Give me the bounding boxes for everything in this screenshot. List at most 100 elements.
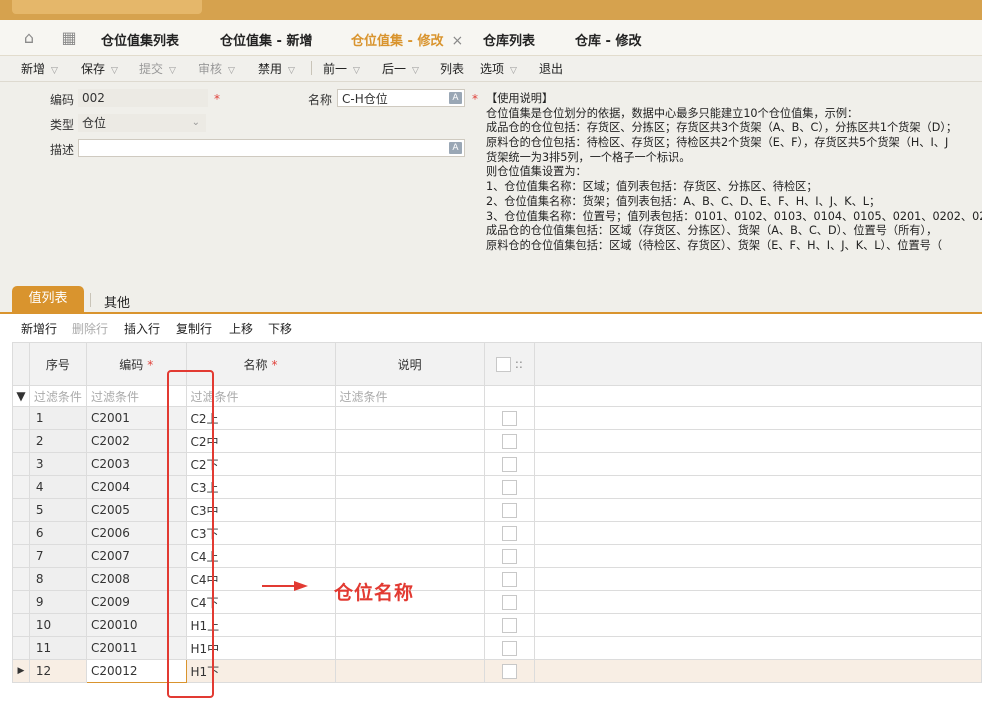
copy-row-button[interactable]: 复制行	[176, 320, 212, 337]
help-line: 原料仓的仓位值集包括：区域（待检区、存货区）、货架（E、F、H、I、J、K、L）…	[486, 238, 943, 252]
home-icon[interactable]: ⌂	[20, 28, 38, 47]
table-row[interactable]: 9 C2009 C4下	[12, 590, 982, 614]
tab-value-list[interactable]: 值列表	[12, 286, 84, 312]
row-checkbox[interactable]	[502, 502, 518, 518]
seq-cell: 10	[28, 613, 87, 637]
table-row[interactable]: 11 C20011 H1中	[12, 636, 982, 660]
filler-cell	[534, 659, 982, 683]
note-cell[interactable]	[334, 406, 485, 430]
row-checkbox[interactable]	[502, 456, 518, 472]
description-field[interactable]	[78, 139, 465, 157]
note-cell[interactable]	[334, 429, 485, 453]
add-row-button[interactable]: 新增行	[21, 320, 57, 337]
grid-tabs: 值列表 其他	[0, 285, 982, 314]
row-checkbox[interactable]	[502, 433, 518, 449]
audit-button[interactable]: 审核 ▽	[198, 60, 235, 77]
table-row[interactable]: 7 C2007 C4上	[12, 544, 982, 568]
table-row[interactable]: 8 C2008 C4中	[12, 567, 982, 591]
chevron-down-icon[interactable]: ▽	[51, 66, 58, 76]
note-cell[interactable]	[334, 521, 485, 545]
save-button[interactable]: 保存 ▽	[81, 60, 118, 77]
table-row[interactable]: 6 C2006 C3下	[12, 521, 982, 545]
add-button[interactable]: 新增 ▽	[21, 60, 58, 77]
table-row[interactable]: 3 C2003 C2下	[12, 452, 982, 476]
row-checkbox[interactable]	[502, 640, 518, 656]
delete-row-button[interactable]: 删除行	[72, 320, 108, 337]
note-cell[interactable]	[334, 475, 485, 499]
filter-icon: ▼	[12, 385, 30, 407]
column-options-icon[interactable]: ::	[515, 357, 523, 371]
tab-location-set-edit[interactable]: 仓位值集 - 修改 ×	[338, 30, 494, 59]
multilang-icon[interactable]: A	[449, 142, 462, 154]
row-indicator	[12, 521, 30, 545]
options-button[interactable]: 选项 ▽	[480, 60, 517, 77]
code-field[interactable]: 002	[78, 89, 208, 107]
disable-button[interactable]: 禁用 ▽	[258, 60, 295, 77]
table-row-selected[interactable]: ▶ 12 C20012 H1下	[12, 659, 982, 683]
insert-row-button[interactable]: 插入行	[124, 320, 160, 337]
column-header-select[interactable]: ::	[483, 342, 536, 386]
table-row[interactable]: 2 C2002 C2中	[12, 429, 982, 453]
move-down-button[interactable]: 下移	[268, 320, 292, 337]
name-field[interactable]: C-H仓位	[337, 89, 465, 107]
row-checkbox[interactable]	[502, 479, 518, 495]
table-row[interactable]: 5 C2005 C3中	[12, 498, 982, 522]
row-checkbox[interactable]	[502, 594, 518, 610]
apps-grid-icon[interactable]: ▦	[60, 28, 78, 47]
tab-other[interactable]: 其他	[104, 292, 130, 311]
type-select[interactable]: 仓位 ⌄	[78, 114, 206, 132]
chevron-down-icon[interactable]: ▽	[111, 66, 118, 76]
row-checkbox[interactable]	[502, 617, 518, 633]
chevron-down-icon[interactable]: ▽	[412, 66, 419, 76]
tab-warehouse-edit[interactable]: 仓库 - 修改	[575, 30, 641, 49]
table-header-row: 序号 编码 * 名称 * 说明 ::	[12, 342, 982, 386]
chevron-down-icon[interactable]: ▽	[228, 66, 235, 76]
column-header-seq[interactable]: 序号	[28, 342, 87, 386]
row-indicator	[12, 452, 30, 476]
row-checkbox[interactable]	[502, 571, 518, 587]
chevron-down-icon[interactable]: ⌄	[192, 114, 200, 132]
row-checkbox[interactable]	[502, 410, 518, 426]
tab-warehouse-list[interactable]: 仓库列表	[483, 30, 535, 49]
chevron-down-icon[interactable]: ▽	[353, 66, 360, 76]
chevron-down-icon[interactable]: ▽	[288, 66, 295, 76]
note-cell[interactable]	[334, 636, 485, 660]
note-cell[interactable]	[334, 544, 485, 568]
note-cell[interactable]	[334, 613, 485, 637]
previous-button[interactable]: 前一 ▽	[323, 60, 360, 77]
note-cell[interactable]	[334, 498, 485, 522]
filler-cell	[534, 567, 982, 591]
next-button[interactable]: 后一 ▽	[382, 60, 419, 77]
note-cell[interactable]	[334, 452, 485, 476]
note-cell[interactable]	[334, 659, 485, 683]
move-up-button[interactable]: 上移	[229, 320, 253, 337]
tab-location-set-list[interactable]: 仓位值集列表	[101, 30, 179, 49]
list-button[interactable]: 列表	[440, 60, 464, 77]
row-checkbox[interactable]	[502, 663, 518, 679]
table-row[interactable]: 1 C2001 C2上	[12, 406, 982, 430]
select-all-checkbox[interactable]	[496, 356, 512, 372]
row-indicator	[12, 590, 30, 614]
help-line: 【使用说明】	[486, 92, 554, 105]
help-line: 3、仓位值集名称：位置号；值列表包括：0101、0102、0103、0104、0…	[486, 209, 982, 223]
tab-location-set-new[interactable]: 仓位值集 - 新增	[220, 30, 312, 49]
main-toolbar: 新增 ▽ 保存 ▽ 提交 ▽ 审核 ▽ 禁用 ▽ 前一 ▽ 后一 ▽ 列表 选项 ▽ 退出	[0, 56, 982, 82]
column-header-note[interactable]: 说明	[334, 342, 485, 386]
app-header-bar	[0, 0, 982, 20]
row-checkbox[interactable]	[502, 525, 518, 541]
table-row[interactable]: 10 C20010 H1上	[12, 613, 982, 637]
row-checkbox[interactable]	[502, 548, 518, 564]
seq-cell: 7	[28, 544, 87, 568]
submit-button[interactable]: 提交 ▽	[139, 60, 176, 77]
close-icon[interactable]: ×	[451, 33, 463, 49]
filter-cell-seq[interactable]: 过滤条件	[28, 385, 87, 407]
row-indicator	[12, 636, 30, 660]
select-cell	[483, 406, 536, 430]
filter-cell-note[interactable]: 过滤条件	[334, 385, 485, 407]
description-label: 描述	[50, 143, 75, 157]
chevron-down-icon[interactable]: ▽	[169, 66, 176, 76]
multilang-icon[interactable]: A	[449, 92, 462, 104]
table-row[interactable]: 4 C2004 C3上	[12, 475, 982, 499]
exit-button[interactable]: 退出	[539, 60, 563, 77]
chevron-down-icon[interactable]: ▽	[510, 66, 517, 76]
